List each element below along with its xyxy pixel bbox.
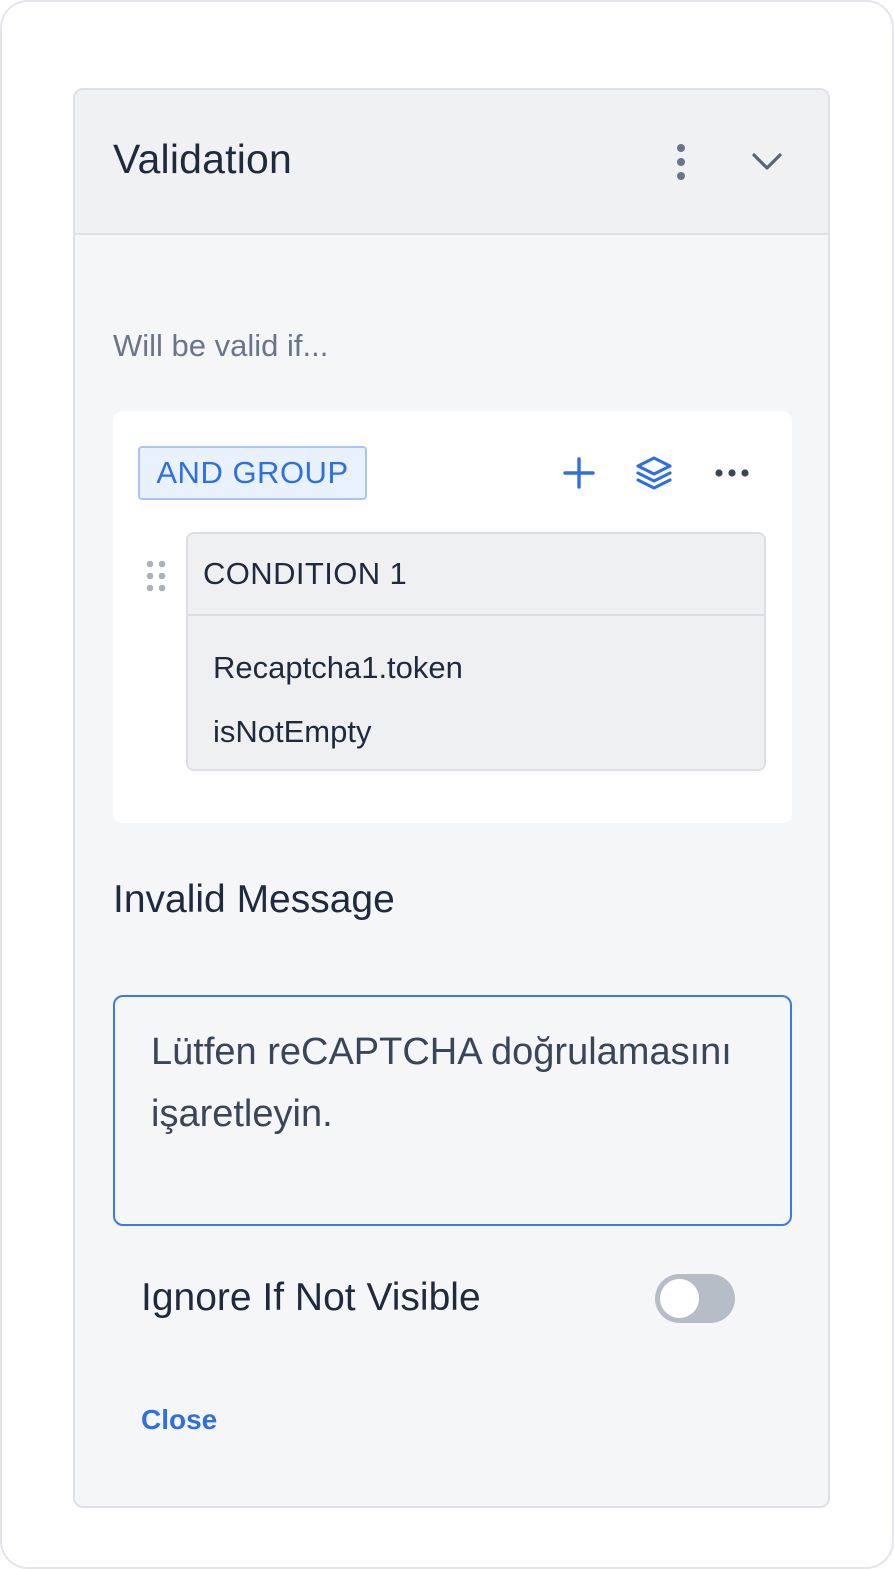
app-frame: Validation Will be valid if... AND GROUP [0,0,894,1569]
condition-card[interactable]: CONDITION 1 Recaptcha1.token isNotEmpty [186,532,766,771]
chevron-down-icon [752,153,782,170]
ignore-if-not-visible-label: Ignore If Not Visible [141,1276,481,1319]
condition-group: AND GROUP CONDITION 1 Recaptcha1.token i… [113,411,792,823]
add-condition-button[interactable] [557,451,601,495]
group-more-button[interactable] [710,451,754,495]
condition-operator: isNotEmpty [213,714,372,749]
add-group-button[interactable] [632,451,676,495]
invalid-message-label: Invalid Message [113,878,395,921]
condition-header: CONDITION 1 [188,534,764,616]
condition-drag-handle[interactable] [144,559,168,593]
panel-title: Validation [113,136,293,182]
plus-icon [563,457,595,489]
close-button[interactable]: Close [141,1404,217,1436]
collapse-button[interactable] [745,142,789,182]
ignore-if-not-visible-toggle[interactable] [655,1274,735,1323]
valid-if-label: Will be valid if... [113,328,329,363]
kebab-vertical-icon [677,144,685,180]
condition-title: CONDITION 1 [203,556,408,591]
invalid-message-input[interactable]: Lütfen reCAPTCHA doğrulamasını işaretley… [113,995,792,1226]
drag-handle-icon [146,560,166,592]
validation-panel: Validation Will be valid if... AND GROUP [73,88,830,1508]
and-group-badge[interactable]: AND GROUP [138,446,367,500]
condition-field: Recaptcha1.token [213,650,463,685]
panel-menu-button[interactable] [663,140,699,184]
more-horizontal-icon [715,469,749,477]
toggle-knob [660,1279,699,1318]
panel-header: Validation [75,90,828,235]
layers-icon [636,456,672,490]
